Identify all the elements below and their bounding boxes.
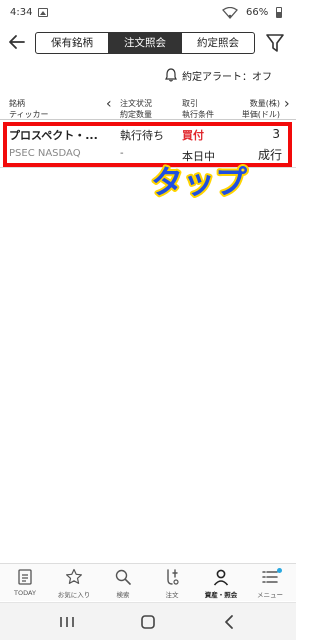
home-icon[interactable] bbox=[136, 612, 160, 632]
tab-order-inquiry[interactable]: 注文照会 bbox=[109, 33, 182, 53]
order-filled-quantity: - bbox=[120, 148, 124, 159]
order-ticker: PSEC NASDAQ bbox=[9, 148, 81, 159]
header-col-quantity: 数量(株) 単価(ドル) bbox=[241, 99, 280, 119]
top-nav: 保有銘柄 注文照会 約定照会 bbox=[0, 28, 296, 58]
status-bar: 4:34 66% bbox=[0, 0, 296, 26]
order-quantity: 3 bbox=[272, 127, 280, 141]
notification-dot bbox=[277, 568, 282, 573]
table-header: 銘柄 ティッカー ‹ 注文状況 約定数量 取引 執行条件 数量(株) 単価(ドル… bbox=[0, 96, 296, 120]
header-col-status: 注文状況 約定数量 bbox=[120, 99, 152, 119]
header-col-trade: 取引 執行条件 bbox=[182, 99, 214, 119]
nav-search[interactable]: 検索 bbox=[98, 564, 148, 602]
order-icon bbox=[167, 569, 179, 585]
today-icon bbox=[18, 569, 32, 585]
tab-holdings[interactable]: 保有銘柄 bbox=[36, 33, 109, 53]
battery-percent: 66% bbox=[246, 7, 269, 18]
person-icon bbox=[213, 569, 229, 586]
nav-menu[interactable]: メニュー bbox=[245, 564, 295, 602]
header-col-name: 銘柄 ティッカー bbox=[9, 99, 49, 119]
bell-icon bbox=[165, 67, 177, 82]
order-side: 買付 bbox=[182, 129, 204, 142]
segment-tabs: 保有銘柄 注文照会 約定照会 bbox=[35, 32, 255, 54]
nav-assets[interactable]: 資産・照会 bbox=[196, 564, 246, 602]
star-icon bbox=[66, 568, 82, 584]
nav-favorites[interactable]: お気に入り bbox=[49, 564, 99, 602]
divider bbox=[0, 119, 296, 120]
gallery-icon bbox=[38, 8, 48, 17]
tap-annotation: タップ bbox=[149, 161, 250, 203]
chevron-left-icon[interactable]: ‹ bbox=[106, 97, 112, 111]
recent-apps-icon[interactable] bbox=[55, 612, 79, 632]
wifi-icon bbox=[222, 6, 238, 22]
order-status: 執行待ち bbox=[120, 129, 164, 142]
search-icon bbox=[115, 569, 131, 585]
back-arrow-icon[interactable] bbox=[8, 31, 28, 55]
status-time: 4:34 bbox=[10, 7, 33, 18]
order-stock-name: プロスペクト・... bbox=[9, 129, 98, 142]
alert-label: 約定アラート：オフ bbox=[182, 72, 272, 83]
execution-alert[interactable]: 約定アラート：オフ bbox=[0, 64, 296, 86]
tab-execution-inquiry[interactable]: 約定照会 bbox=[182, 33, 254, 53]
tap-annotation-text: タップ bbox=[151, 163, 248, 201]
system-nav-bar bbox=[0, 602, 296, 640]
bottom-nav: TODAY お気に入り 検索 注文 資産・照会 メニュー bbox=[0, 563, 296, 601]
chevron-right-icon[interactable]: › bbox=[284, 97, 290, 111]
nav-order[interactable]: 注文 bbox=[147, 564, 197, 602]
filter-icon[interactable] bbox=[265, 32, 285, 54]
battery-icon bbox=[276, 7, 282, 18]
system-back-icon[interactable] bbox=[218, 612, 242, 632]
nav-today[interactable]: TODAY bbox=[0, 564, 50, 602]
